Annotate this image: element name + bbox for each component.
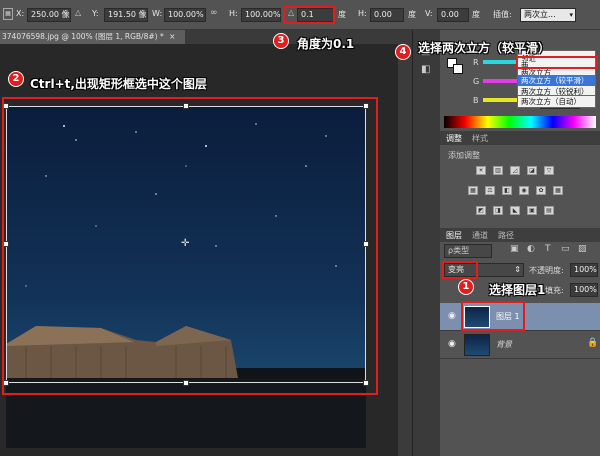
- annotation-text-1: 选择图层1: [489, 283, 546, 297]
- photo-filter-icon[interactable]: ◉: [519, 186, 529, 195]
- link-icon[interactable]: ∞: [210, 8, 218, 18]
- w-label: W:: [152, 9, 163, 18]
- layer-filter-select[interactable]: ρ类型: [444, 244, 492, 258]
- tab-channels[interactable]: 通道: [472, 230, 488, 241]
- panel-icon-strip: ▤ ◧: [412, 30, 440, 456]
- black-white-icon[interactable]: ◧: [502, 186, 512, 195]
- curves-icon[interactable]: ◿: [510, 166, 520, 175]
- annotation-number-2: 2: [8, 71, 24, 87]
- spectrum-bar[interactable]: [444, 116, 596, 128]
- brightness-icon[interactable]: ☀: [476, 166, 486, 175]
- annotation-text-4: 选择两次立方（较平滑）: [418, 41, 551, 55]
- annotation-text-2: Ctrl+t,出现矩形框选中这个图层: [30, 77, 207, 91]
- vskew-label: V:: [425, 9, 433, 18]
- layer-thumbnail: [464, 334, 490, 356]
- exposure-icon[interactable]: ◪: [527, 166, 537, 175]
- y-field[interactable]: 191.50 像: [104, 8, 148, 22]
- document-tab[interactable]: 374076598.jpg @ 100% (图层 1, RGB/8#) * ×: [0, 30, 185, 44]
- hskew-unit: 度: [408, 10, 416, 19]
- hue-saturation-icon[interactable]: ▦: [468, 186, 478, 195]
- chevron-down-icon: ▾: [569, 11, 573, 19]
- add-adjustment-label: 添加调整: [448, 151, 480, 160]
- selective-color-icon[interactable]: ▣: [527, 206, 537, 215]
- layer-row-background[interactable]: ◉ 背景 🔒: [440, 331, 600, 359]
- interpolation-label: 插值:: [493, 10, 512, 19]
- channel-mixer-icon[interactable]: ✿: [536, 186, 546, 195]
- color-balance-icon[interactable]: ⚖: [485, 186, 495, 195]
- eye-icon[interactable]: ◉: [448, 339, 456, 349]
- dropdown-menu-extension: 两次立方（自动）: [517, 96, 596, 108]
- g-slider[interactable]: [483, 79, 519, 83]
- vskew-field[interactable]: 0.00: [437, 8, 469, 22]
- dropdown-option-bicubic-auto[interactable]: 两次立方（自动）: [518, 96, 595, 107]
- chevron-down-icon: ⇕: [514, 265, 521, 274]
- document-title: 374076598.jpg @ 100% (图层 1, RGB/8#) *: [2, 32, 164, 41]
- annotation-box-transform: [2, 97, 378, 395]
- posterize-icon[interactable]: ◨: [493, 206, 503, 215]
- layers-panel-tabs: 图层 通道 路径: [440, 228, 600, 242]
- background-color-swatch[interactable]: [453, 64, 463, 74]
- h-label: H:: [229, 9, 238, 18]
- x-label: X:: [16, 9, 25, 18]
- opacity-field[interactable]: 100%: [570, 263, 598, 277]
- vskew-unit: 度: [472, 10, 480, 19]
- threshold-icon[interactable]: ◣: [510, 206, 520, 215]
- annotation-number-4: 4: [395, 44, 411, 60]
- r-slider[interactable]: [483, 60, 519, 64]
- fill-field[interactable]: 100%: [570, 283, 598, 297]
- annotation-number-1: 1: [458, 279, 474, 295]
- type-filter-icon[interactable]: T: [545, 244, 551, 254]
- shape-filter-icon[interactable]: ▭: [561, 244, 570, 254]
- hskew-field[interactable]: 0.00: [370, 8, 404, 22]
- gradient-map-icon[interactable]: ▤: [544, 206, 554, 215]
- reference-point-icon[interactable]: ▦: [3, 8, 13, 20]
- properties-icon[interactable]: ◧: [421, 64, 430, 75]
- annotation-box-dropdown: [516, 56, 598, 69]
- dropdown-option-bicubic-smoother[interactable]: 两次立方（较平滑）: [518, 75, 595, 86]
- layer-name: 背景: [496, 340, 512, 349]
- angle-unit: 度: [338, 10, 346, 19]
- interpolation-value: 两次立...: [524, 10, 556, 19]
- levels-icon[interactable]: ▥: [493, 166, 503, 175]
- pixel-filter-icon[interactable]: ▣: [510, 244, 519, 254]
- lock-icon: 🔒: [587, 338, 599, 348]
- height-field[interactable]: 100.00%: [241, 8, 281, 22]
- delta-icon[interactable]: △: [75, 8, 81, 17]
- x-field[interactable]: 250.00 像: [27, 8, 71, 22]
- annotation-box-angle: [283, 6, 335, 24]
- vertical-scrollbar[interactable]: [398, 44, 412, 456]
- annotation-box-blend: [442, 261, 478, 279]
- hskew-label: H:: [358, 9, 367, 18]
- r-label: R: [473, 58, 479, 67]
- width-field[interactable]: 100.00%: [164, 8, 206, 22]
- tab-layers[interactable]: 图层: [446, 230, 462, 241]
- tab-styles[interactable]: 样式: [472, 133, 488, 144]
- adjustment-filter-icon[interactable]: ◐: [527, 244, 535, 254]
- annotation-text-3: 角度为0.1: [297, 37, 355, 51]
- close-icon[interactable]: ×: [169, 32, 175, 41]
- adjustments-panel-tabs: 调整 样式: [440, 131, 600, 145]
- color-lookup-icon[interactable]: ▦: [553, 186, 563, 195]
- interpolation-select[interactable]: 两次立... ▾: [520, 8, 576, 22]
- opacity-label: 不透明度:: [529, 266, 564, 275]
- fill-label: 填充:: [545, 286, 564, 295]
- smart-filter-icon[interactable]: ▨: [578, 244, 587, 254]
- invert-icon[interactable]: ◩: [476, 206, 486, 215]
- y-label: Y:: [92, 9, 99, 18]
- b-label: B: [473, 96, 479, 105]
- tab-adjustments[interactable]: 调整: [446, 133, 462, 144]
- annotation-box-layer: [461, 301, 525, 331]
- vibrance-icon[interactable]: ▽: [544, 166, 554, 175]
- annotation-number-3: 3: [273, 33, 289, 49]
- tab-paths[interactable]: 路径: [498, 230, 514, 241]
- g-label: G: [473, 77, 480, 86]
- eye-icon[interactable]: ◉: [448, 311, 456, 321]
